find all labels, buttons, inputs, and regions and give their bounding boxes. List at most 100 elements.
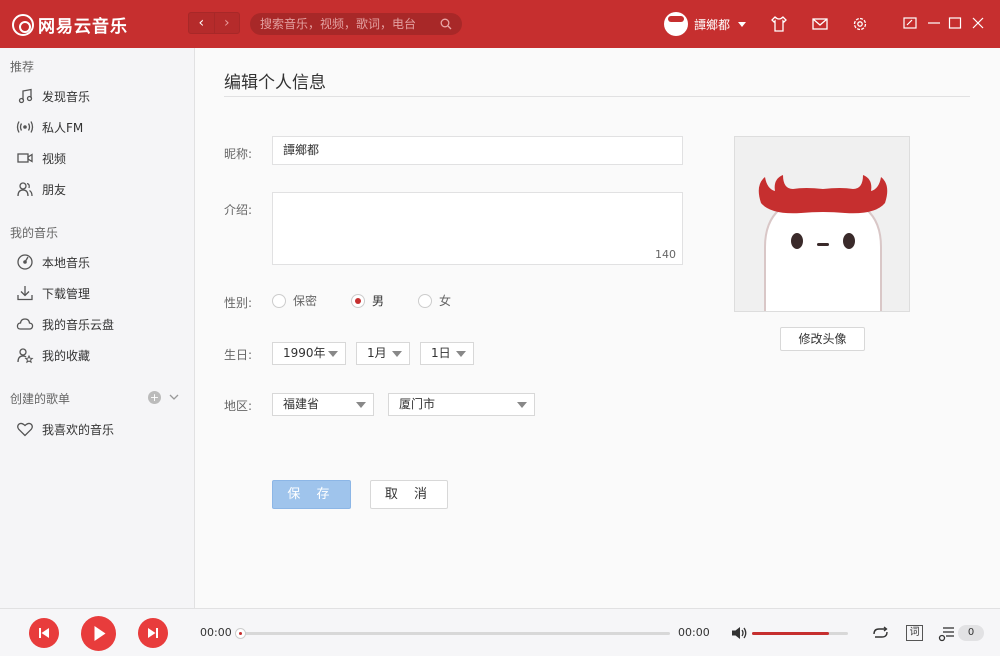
avatar-preview [734,136,910,312]
cancel-button[interactable]: 取 消 [370,480,448,509]
radio-label: 保密 [293,294,318,308]
sidebar-item-label: 私人FM [42,120,84,135]
add-playlist-button[interactable]: + [148,391,161,404]
gear-icon[interactable] [850,14,870,34]
char-counter: 140 [655,248,676,261]
chevron-down-icon [738,21,747,27]
playlist-count-badge: 0 [958,625,984,641]
radio-button[interactable] [351,293,366,308]
minimize-icon[interactable] [926,15,942,31]
friends-icon [17,182,33,197]
radio-button[interactable] [272,293,286,308]
music-note-icon [18,88,33,104]
user-menu[interactable]: 譚鄉都 [664,12,747,36]
sidebar-item-label: 本地音乐 [42,255,91,270]
playlist-icon[interactable] [938,625,956,643]
title-divider [224,96,970,97]
current-time: 00:00 [200,626,232,639]
volume-fill [752,632,829,635]
radio-label: 男 [372,294,385,308]
play-icon [94,626,106,641]
sidebar-item-label: 我喜欢的音乐 [42,422,115,437]
maximize-icon[interactable] [947,15,963,31]
birth-year-select[interactable]: 1990年 [272,342,346,365]
gender-radio-group: 保密 男 女 [272,292,485,309]
change-avatar-button[interactable]: 修改头像 [780,327,865,351]
previous-icon [39,628,49,638]
video-icon [17,153,33,163]
mini-mode-icon[interactable] [902,15,918,31]
section-title-my-music: 我的音乐 [10,226,59,240]
user-name: 譚鄉都 [694,17,731,32]
intro-textarea[interactable]: 140 [272,192,683,265]
avatar-image [735,137,909,311]
sidebar-item-local-music[interactable]: 本地音乐 [16,252,90,272]
total-time: 00:00 [678,626,710,639]
chevron-down-icon[interactable] [168,391,180,403]
sidebar-item-fm[interactable]: 私人FM [16,117,83,137]
province-select[interactable]: 福建省 [272,393,374,416]
nickname-field[interactable]: 譚鄉都 [272,136,683,165]
radio-icon [16,121,34,133]
skin-icon[interactable] [769,14,789,34]
radio-label: 女 [439,294,452,308]
next-button[interactable] [138,618,168,648]
loop-icon[interactable] [871,625,890,641]
radio-button[interactable] [418,293,433,308]
sidebar-item-cloud[interactable]: 我的音乐云盘 [16,314,114,334]
avatar [664,12,688,36]
birth-month-select[interactable]: 1月 [356,342,410,365]
heart-icon [17,422,33,437]
birth-day-select[interactable]: 1日 [420,342,474,365]
page-title: 编辑个人信息 [224,73,326,93]
lyrics-button[interactable]: 词 [906,625,923,641]
search-box [250,13,462,35]
birthday-label: 生日: [224,348,253,362]
search-icon[interactable] [440,18,452,30]
sidebar-item-downloads[interactable]: 下载管理 [16,283,90,303]
progress-knob[interactable] [235,628,246,639]
forward-button[interactable]: › [213,13,240,33]
volume-slider[interactable] [752,632,848,635]
section-title-created-playlists: 创建的歌单 [10,392,71,406]
collection-icon [17,348,34,364]
region-label: 地区: [224,399,253,413]
back-button[interactable]: ‹ [189,13,214,33]
sidebar-item-collection[interactable]: 我的收藏 [16,345,90,365]
gender-option-secret[interactable]: 保密 [272,292,317,309]
app-logo[interactable]: 网易云音乐 [12,12,128,37]
app-name: 网易云音乐 [38,17,128,37]
volume-icon[interactable] [731,625,748,641]
sidebar-item-liked-music[interactable]: 我喜欢的音乐 [16,419,114,439]
search-input[interactable] [260,13,430,35]
mail-icon[interactable] [810,14,830,34]
player-bar: 00:00 00:00 词 0 [0,608,1000,656]
main-panel: 编辑个人信息 昵称: 譚鄉都 介绍: 140 性别: 保密 男 女 生日: 19… [196,48,1000,608]
save-button[interactable]: 保 存 [272,480,351,509]
title-bar: 网易云音乐 ‹ › 譚鄉都 [0,0,1000,48]
sidebar-item-discover[interactable]: 发现音乐 [16,86,90,106]
sidebar-item-label: 发现音乐 [42,89,91,104]
play-button[interactable] [81,616,116,651]
cloud-icon [16,318,34,330]
sidebar-item-label: 我的收藏 [42,348,91,363]
sidebar-item-label: 下载管理 [42,286,91,301]
sidebar-item-label: 朋友 [42,182,67,197]
sidebar: 推荐 发现音乐 私人FM 视频 朋友 我的音乐 本地音乐 下载管理 我的音乐云盘… [0,48,195,608]
intro-label: 介绍: [224,203,253,217]
city-select[interactable]: 厦门市 [388,393,535,416]
gender-label: 性别: [224,296,253,310]
progress-bar[interactable] [235,628,670,639]
history-nav: ‹ › [188,12,240,34]
gender-option-female[interactable]: 女 [418,292,451,309]
gender-option-male[interactable]: 男 [351,292,384,309]
sidebar-item-video[interactable]: 视频 [16,148,66,168]
close-icon[interactable] [970,15,986,31]
sidebar-item-friends[interactable]: 朋友 [16,179,66,199]
nickname-label: 昵称: [224,147,253,161]
previous-button[interactable] [29,618,59,648]
sidebar-item-label: 我的音乐云盘 [42,317,115,332]
netease-logo-icon [12,13,34,36]
sidebar-item-label: 视频 [42,151,67,166]
download-icon [17,286,33,301]
